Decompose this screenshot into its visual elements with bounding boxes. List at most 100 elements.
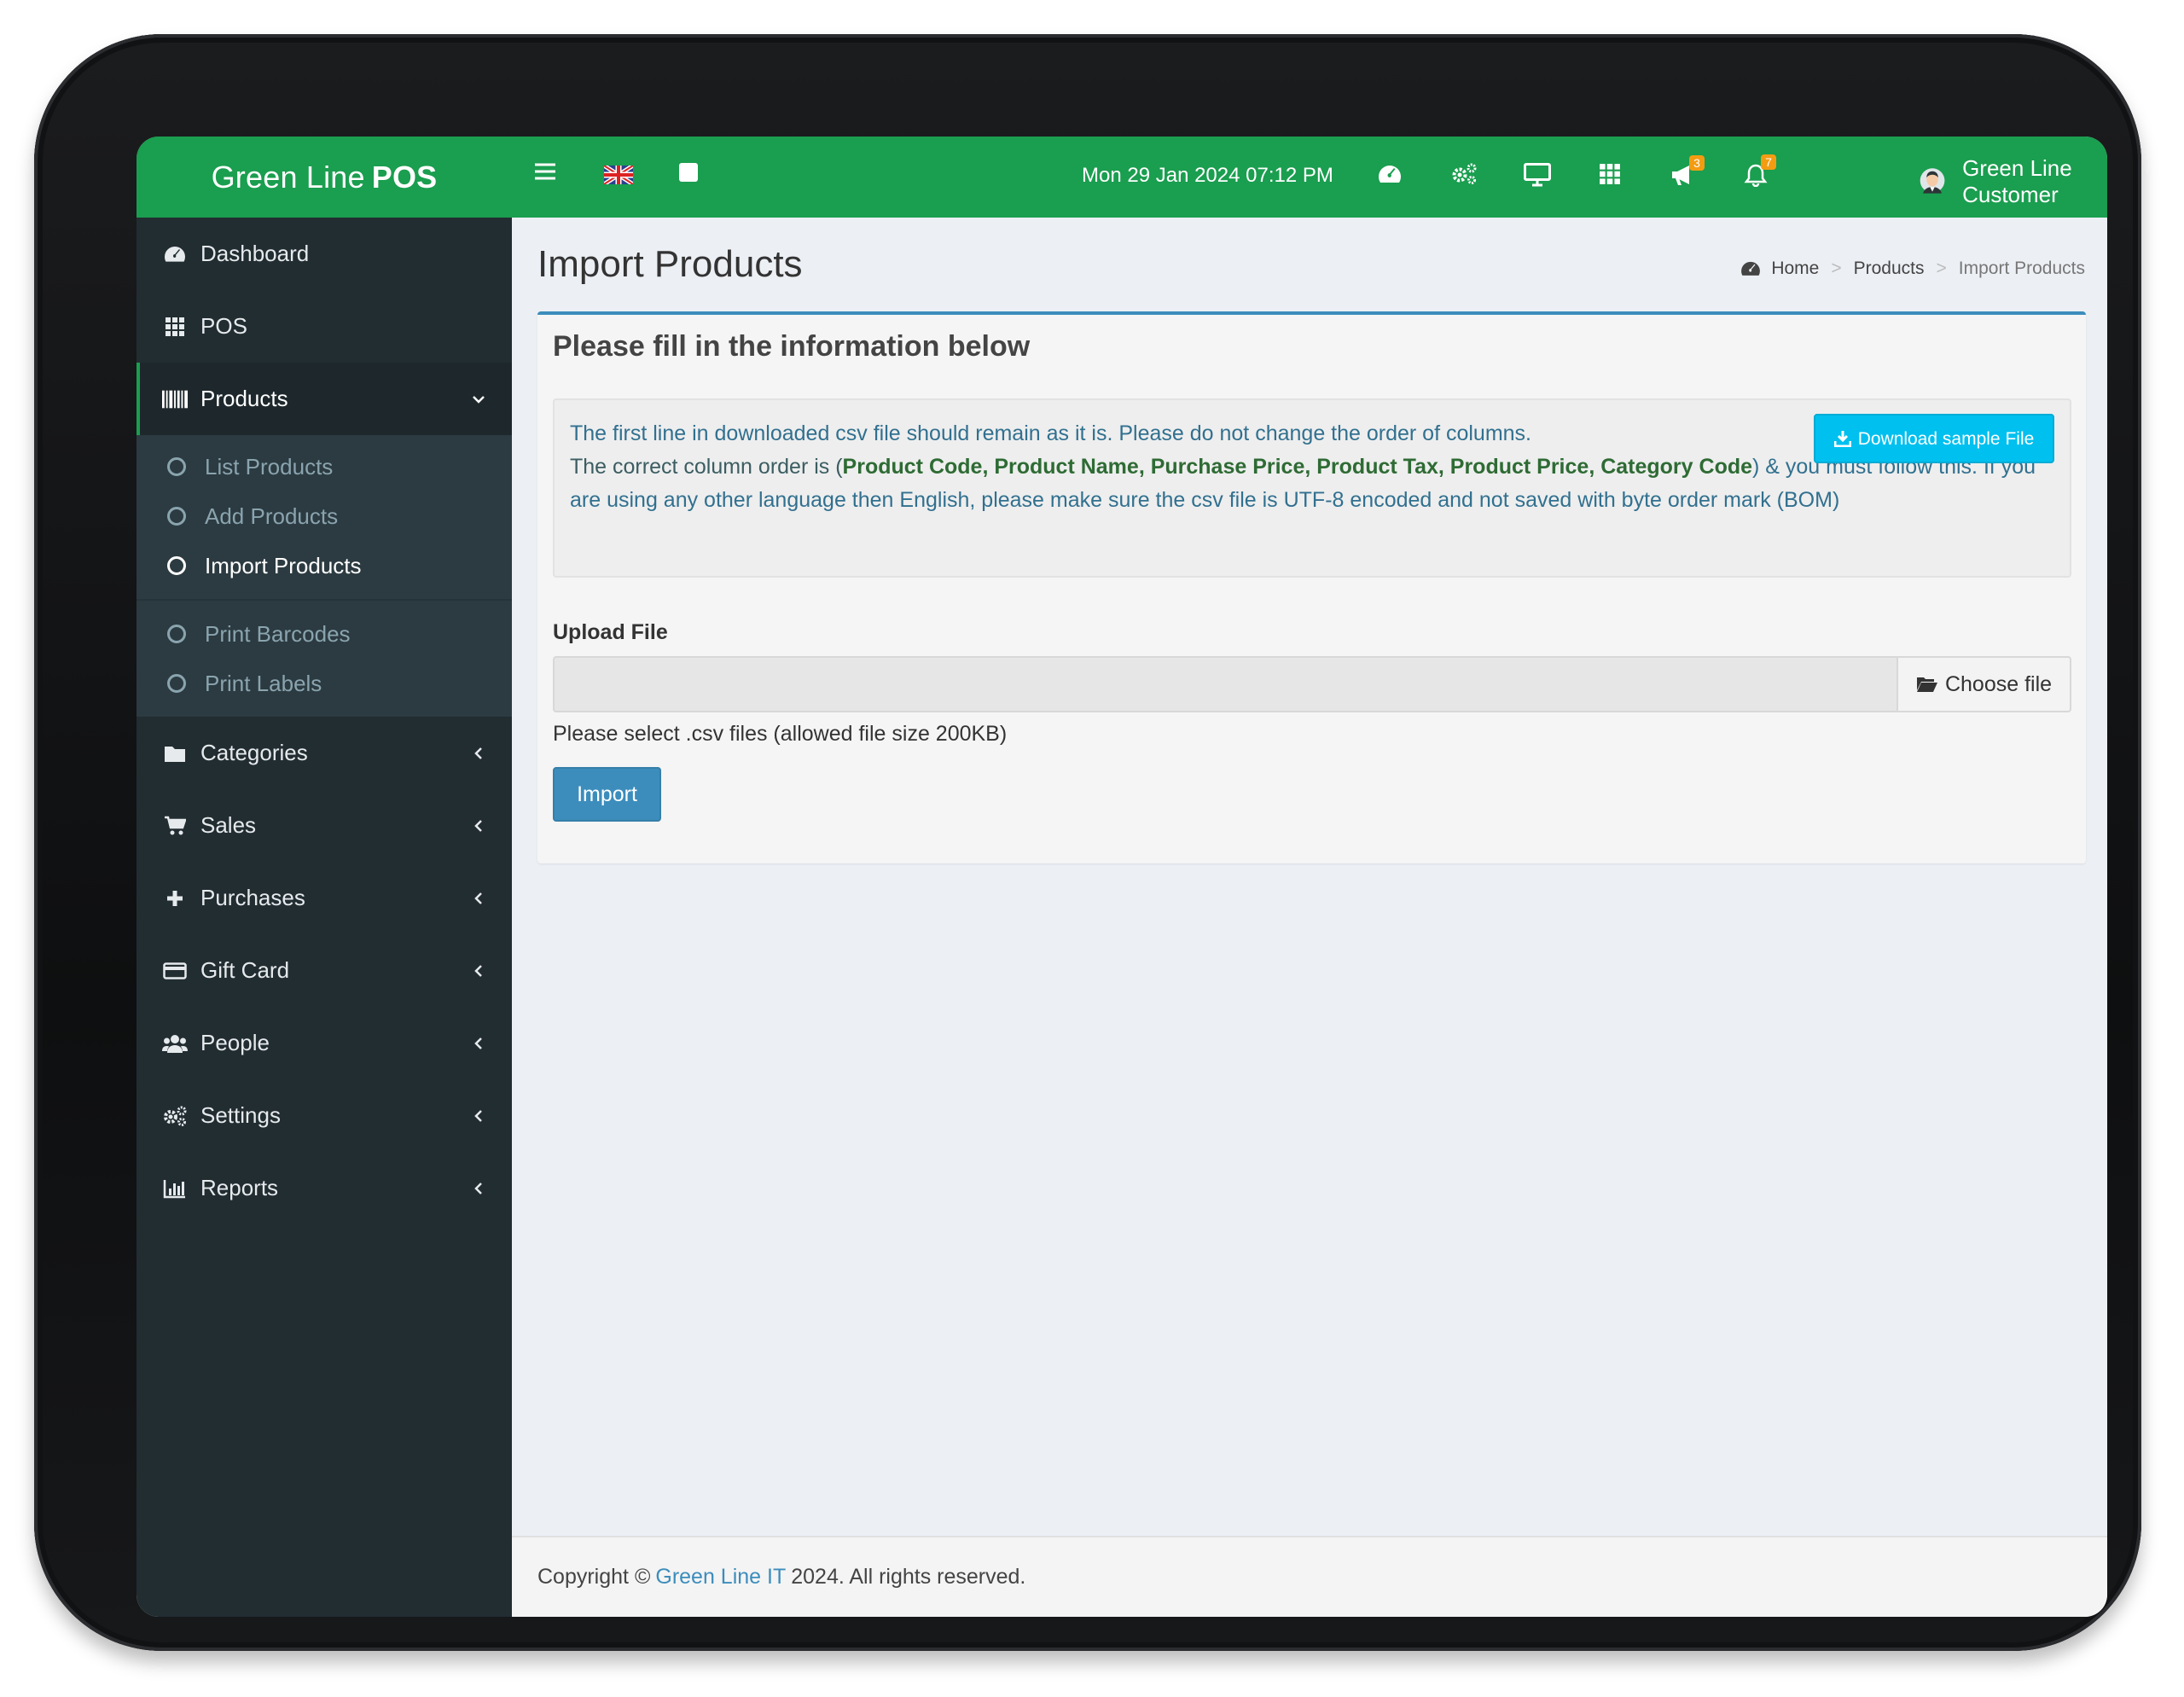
- sidebar: Green Line POS Dashboard POS Products Li…: [136, 137, 512, 1617]
- dashboard-icon: [1740, 260, 1761, 277]
- sidebar-subitem-label: Print Labels: [205, 670, 322, 696]
- sidebar-item-label: Sales: [200, 812, 257, 838]
- main-content: Import Products Home > Products > Import…: [512, 218, 2107, 1536]
- sidebar-item-label: Settings: [200, 1102, 281, 1128]
- circle-icon: [167, 674, 186, 693]
- sidebar-item-label: Reports: [200, 1175, 279, 1200]
- chevron-left-icon: [471, 741, 486, 767]
- sidebar-item-label: Categories: [200, 740, 308, 765]
- company-link[interactable]: Green Line IT: [655, 1565, 786, 1589]
- sidebar-item-label: Gift Card: [200, 957, 290, 983]
- chevron-left-icon: [471, 1176, 486, 1202]
- sidebar-item-label: POS: [200, 313, 247, 339]
- folder-open-icon: [1916, 676, 1938, 693]
- file-path-input[interactable]: [553, 656, 1896, 712]
- top-navbar: Mon 29 Jan 2024 07:12 PM 3 7 Green Line …: [512, 137, 2107, 218]
- menu-icon[interactable]: [534, 162, 556, 181]
- file-picker: Choose file: [553, 656, 2071, 712]
- download-sample-label: Download sample File: [1857, 428, 2035, 449]
- products-submenu: List Products Add Products Import Produc…: [136, 435, 512, 599]
- sidebar-subitem-label: List Products: [205, 453, 334, 479]
- dashboard-icon: [162, 245, 188, 264]
- breadcrumb-separator: >: [1936, 259, 1947, 278]
- grid-icon[interactable]: [1599, 163, 1621, 185]
- form-title: Please fill in the information below: [553, 330, 1031, 363]
- settings-icon[interactable]: [1450, 162, 1478, 186]
- sidebar-item-label: Purchases: [200, 885, 305, 910]
- sidebar-subitem-label: Add Products: [205, 503, 339, 529]
- chevron-left-icon: [471, 1031, 486, 1057]
- users-icon: [162, 1033, 188, 1054]
- download-sample-button[interactable]: Download sample File: [1814, 414, 2054, 463]
- circle-icon: [167, 507, 186, 526]
- bullhorn-icon[interactable]: 3: [1670, 155, 1705, 186]
- user-name: Green Line Customer: [1962, 155, 2072, 207]
- breadcrumb-home[interactable]: Home: [1771, 259, 1819, 279]
- app-screen: Green Line POS Dashboard POS Products Li…: [136, 137, 2107, 1617]
- breadcrumb-separator: >: [1831, 259, 1842, 278]
- circle-icon: [167, 556, 186, 575]
- sidebar-item-label: Products: [200, 386, 288, 411]
- choose-file-button[interactable]: Choose file: [1896, 656, 2071, 712]
- sidebar-item-label: Dashboard: [200, 241, 310, 266]
- cogs-icon: [162, 1105, 188, 1127]
- info-columns: Product Code, Product Name, Purchase Pri…: [842, 455, 1753, 479]
- sidebar-item-pos[interactable]: POS: [136, 290, 512, 363]
- chevron-left-icon: [471, 813, 486, 840]
- download-icon: [1833, 430, 1851, 447]
- sidebar-subitem-print-barcodes[interactable]: Print Barcodes: [136, 609, 512, 659]
- chevron-left-icon: [471, 886, 486, 912]
- dashboard-icon[interactable]: [1377, 164, 1403, 184]
- sidebar-subitem-import-products[interactable]: Import Products: [136, 541, 512, 590]
- breadcrumb: Home > Products > Import Products: [1740, 259, 2085, 279]
- footer: Copyright © Green Line IT 2024. All righ…: [512, 1536, 2107, 1617]
- square-icon[interactable]: [678, 162, 699, 183]
- sidebar-subitem-print-labels[interactable]: Print Labels: [136, 659, 512, 708]
- breadcrumb-current: Import Products: [1958, 259, 2085, 278]
- monitor-icon[interactable]: [1524, 163, 1551, 187]
- sidebar-subitem-label: Import Products: [205, 552, 362, 578]
- copyright-suffix: 2024. All rights reserved.: [791, 1565, 1026, 1589]
- file-help-text: Please select .csv files (allowed file s…: [553, 722, 1008, 746]
- choose-file-label: Choose file: [1944, 671, 2053, 696]
- sidebar-subitem-add-products[interactable]: Add Products: [136, 491, 512, 541]
- sidebar-item-purchases[interactable]: Purchases: [136, 862, 512, 934]
- upload-file-label: Upload File: [553, 620, 668, 644]
- user-menu[interactable]: Green Line Customer: [1920, 155, 2107, 208]
- circle-icon: [167, 457, 186, 476]
- brand-name-bold: POS: [371, 159, 438, 195]
- page-title: Import Products: [537, 243, 803, 285]
- breadcrumb-products[interactable]: Products: [1854, 259, 1925, 279]
- products-submenu-print: Print Barcodes Print Labels: [136, 599, 512, 717]
- sidebar-item-gift-card[interactable]: Gift Card: [136, 934, 512, 1007]
- uk-flag-icon[interactable]: [604, 166, 633, 184]
- brand-logo[interactable]: Green Line POS: [136, 137, 512, 218]
- info-prefix: The correct column order is (: [570, 455, 843, 479]
- tablet-frame: Green Line POS Dashboard POS Products Li…: [34, 34, 2141, 1651]
- sidebar-item-people[interactable]: People: [136, 1007, 512, 1079]
- sidebar-item-reports[interactable]: Reports: [136, 1152, 512, 1224]
- sidebar-item-sales[interactable]: Sales: [136, 789, 512, 862]
- sidebar-nav: Dashboard POS Products List Products Add…: [136, 218, 512, 1224]
- sidebar-item-categories[interactable]: Categories: [136, 717, 512, 789]
- info-callout: Download sample File The first line in d…: [553, 398, 2071, 578]
- chevron-left-icon: [471, 958, 486, 985]
- import-button[interactable]: Import: [553, 767, 661, 822]
- bell-icon[interactable]: 7: [1744, 154, 1776, 187]
- credit-card-icon: [162, 962, 188, 980]
- grid-icon: [162, 317, 188, 337]
- chevron-left-icon: [471, 1103, 486, 1130]
- barcode-icon: [162, 390, 188, 409]
- sidebar-item-settings[interactable]: Settings: [136, 1079, 512, 1152]
- sidebar-subitem-list-products[interactable]: List Products: [136, 442, 512, 491]
- sidebar-item-products[interactable]: Products: [136, 363, 512, 435]
- folder-icon: [162, 744, 188, 763]
- brand-name: Green Line: [211, 159, 365, 195]
- current-datetime: Mon 29 Jan 2024 07:12 PM: [1082, 164, 1333, 187]
- sidebar-item-dashboard[interactable]: Dashboard: [136, 218, 512, 290]
- sidebar-subitem-label: Print Barcodes: [205, 620, 351, 647]
- copyright-prefix: Copyright ©: [537, 1565, 651, 1589]
- chevron-down-icon: [471, 386, 486, 413]
- plus-icon: [162, 889, 188, 908]
- cart-icon: [162, 816, 188, 836]
